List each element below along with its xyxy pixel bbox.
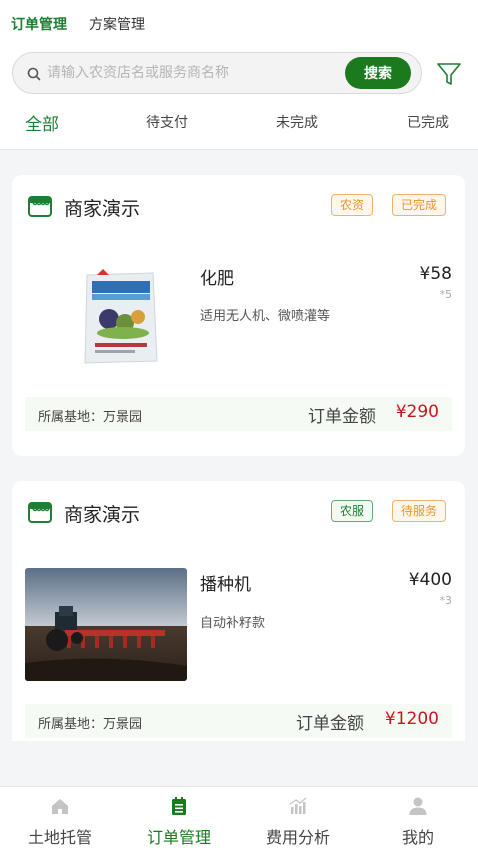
nav-label: 费用分析	[265, 828, 330, 847]
home-icon	[52, 799, 68, 814]
product-quantity: *5	[439, 288, 453, 301]
top-tabs: 订单管理 方案管理	[11, 14, 167, 34]
status-tabs: 全部 待支付 未完成 已完成	[0, 112, 478, 140]
order-footer: 所属基地：万景园 订单金额 ¥1200	[25, 704, 452, 738]
product-image-fertilizer	[25, 267, 187, 367]
product-image-seeder	[25, 568, 187, 681]
base-label: 所属基地：万景园	[38, 717, 143, 732]
search-input[interactable]	[47, 61, 347, 85]
shop-icon	[28, 196, 52, 217]
divider	[0, 149, 478, 150]
base-label: 所属基地：万景园	[38, 410, 143, 425]
category-tag: 农服	[331, 500, 374, 522]
order-footer: 所属基地：万景园 订单金额 ¥290	[25, 397, 452, 431]
clipboard-icon	[172, 797, 186, 815]
tab-order-management[interactable]: 订单管理	[11, 14, 67, 34]
order-card[interactable]: 商家演示 农资 已完成 化肥 适用无人机、微喷灌等 ¥58 *5 所属基地：万景…	[12, 175, 465, 456]
shop-name: 商家演示	[64, 504, 141, 526]
nav-profile[interactable]: 我的	[373, 787, 463, 850]
tab-pending-payment[interactable]: 待支付	[146, 112, 188, 132]
tab-plan-management[interactable]: 方案管理	[89, 14, 145, 34]
total-value: ¥1200	[384, 709, 439, 729]
nav-order-management[interactable]: 订单管理	[134, 787, 224, 850]
bar-chart-icon	[289, 797, 307, 814]
total-label: 订单金额	[308, 407, 376, 427]
tab-incomplete[interactable]: 未完成	[276, 112, 318, 132]
tab-all[interactable]: 全部	[25, 110, 59, 135]
filter-icon[interactable]	[436, 61, 462, 87]
nav-label: 土地托管	[27, 828, 92, 847]
shop-icon	[28, 502, 52, 523]
product-description: 适用无人机、微喷灌等	[200, 309, 331, 324]
status-badge: 已完成	[392, 194, 447, 216]
category-tag: 农资	[331, 194, 374, 216]
user-icon	[409, 797, 427, 815]
product-price: ¥58	[419, 264, 452, 284]
product-quantity: *3	[439, 594, 453, 607]
tab-completed[interactable]: 已完成	[407, 112, 449, 132]
nav-label: 我的	[401, 828, 434, 847]
bottom-nav: 土地托管 订单管理 费用分析 我的	[0, 786, 478, 850]
order-card[interactable]: 商家演示 农服 待服务 播种机 自动补籽款 ¥400 *3 所属基地：万景园 订…	[12, 481, 465, 741]
product-description: 自动补籽款	[200, 616, 266, 631]
header: 订单管理 方案管理 搜索 全部 待支付 未完成 已完成	[0, 0, 478, 150]
search-icon	[27, 67, 41, 81]
product-price: ¥400	[408, 570, 452, 590]
nav-label: 订单管理	[146, 828, 211, 847]
search-bar: 搜索	[12, 52, 422, 94]
product-name: 播种机	[200, 575, 251, 595]
product-name: 化肥	[200, 269, 234, 289]
status-badge: 待服务	[392, 500, 447, 522]
total-value: ¥290	[395, 402, 439, 422]
shop-name: 商家演示	[64, 198, 141, 220]
total-label: 订单金额	[296, 714, 364, 734]
nav-cost-analysis[interactable]: 费用分析	[253, 787, 343, 850]
search-button[interactable]: 搜索	[345, 57, 411, 89]
nav-land-custody[interactable]: 土地托管	[15, 787, 105, 850]
